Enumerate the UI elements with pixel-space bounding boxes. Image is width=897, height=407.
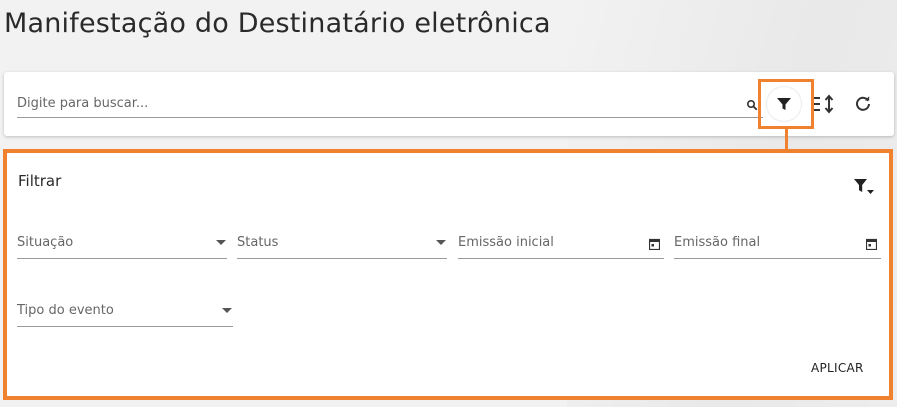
status-label: Status (237, 235, 279, 250)
filter-panel-title: Filtrar (18, 172, 62, 190)
search-toolbar (4, 72, 894, 136)
page-title: Manifestação do Destinatário eletrônica (4, 8, 551, 39)
search-icon[interactable] (746, 99, 758, 111)
tipo-evento-select[interactable]: Tipo do evento (17, 297, 233, 327)
emissao-final-label: Emissão final (674, 235, 761, 250)
status-select[interactable]: Status (237, 229, 447, 259)
filter-panel: Filtrar Situação Status Emissão inicial … (3, 149, 893, 400)
chevron-down-icon (436, 240, 446, 245)
calendar-icon[interactable] (649, 238, 660, 250)
calendar-icon[interactable] (866, 238, 877, 250)
apply-button[interactable]: APLICAR (811, 361, 864, 375)
emissao-inicial-field[interactable]: Emissão inicial (458, 229, 664, 259)
situacao-select[interactable]: Situação (17, 229, 227, 259)
sort-icon[interactable] (811, 94, 837, 114)
emissao-inicial-label: Emissão inicial (458, 235, 554, 250)
chevron-down-icon (216, 240, 226, 245)
filter-menu-icon[interactable] (853, 177, 875, 197)
refresh-icon[interactable] (854, 95, 872, 113)
tipo-evento-label: Tipo do evento (17, 303, 114, 318)
search-input[interactable] (17, 90, 763, 118)
filter-icon (777, 98, 791, 110)
filter-toggle-button[interactable] (766, 86, 802, 122)
situacao-label: Situação (17, 235, 74, 250)
chevron-down-icon (222, 308, 232, 313)
emissao-final-field[interactable]: Emissão final (674, 229, 881, 259)
